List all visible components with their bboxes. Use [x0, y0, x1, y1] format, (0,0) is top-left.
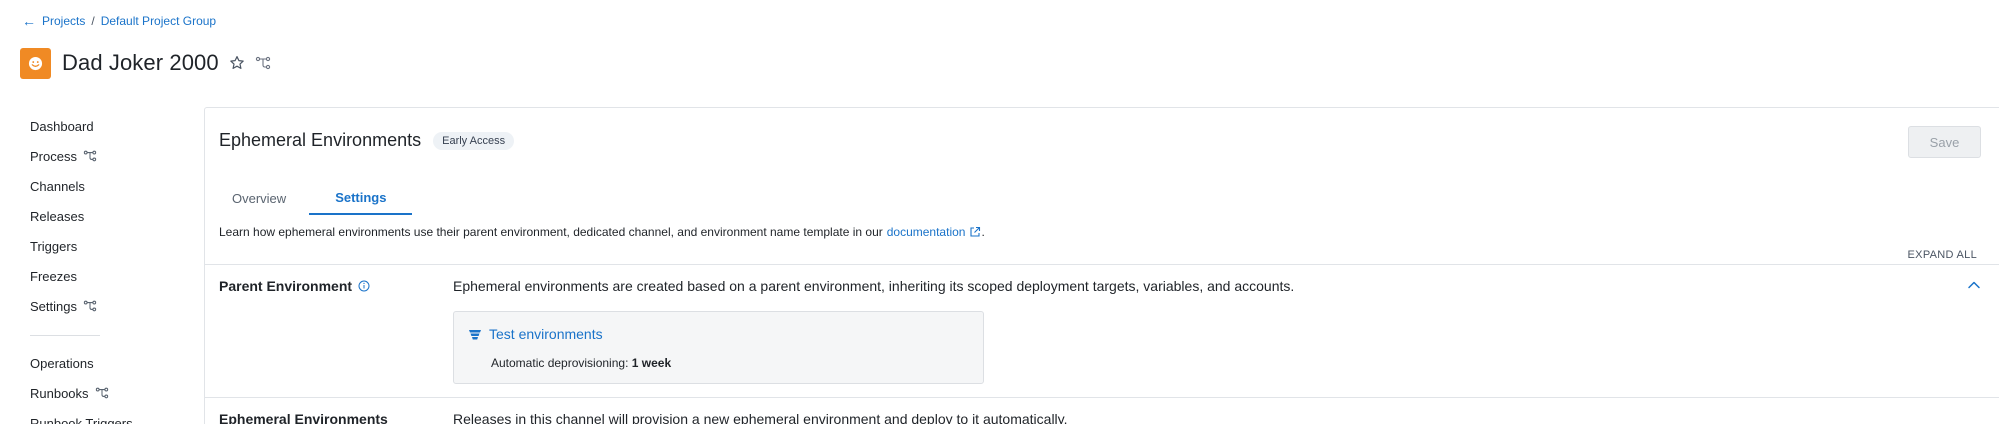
- deprovisioning-text: Automatic deprovisioning: 1 week: [491, 356, 671, 370]
- tab-overview[interactable]: Overview: [219, 181, 309, 215]
- chevron-up-icon[interactable]: [1967, 278, 1981, 292]
- parent-environment-card: Test environments Automatic deprovisioni…: [453, 311, 984, 384]
- parent-environment-label: Parent Environment: [219, 278, 370, 294]
- sidebar-item-label: Operations: [30, 355, 94, 371]
- breadcrumb-projects-link[interactable]: Projects: [42, 14, 85, 28]
- sidebar-item-label: Triggers: [30, 238, 78, 254]
- save-button[interactable]: Save: [1908, 126, 1981, 158]
- back-arrow-icon[interactable]: ←: [22, 14, 36, 28]
- sidebar-item-channels[interactable]: Channels: [30, 171, 180, 201]
- parent-environment-label-text: Parent Environment: [219, 278, 353, 294]
- sidebar-item-label: Runbook Triggers: [30, 415, 133, 424]
- sidebar-divider: [30, 335, 100, 336]
- early-access-badge: Early Access: [433, 131, 515, 150]
- row-divider: [205, 397, 1999, 398]
- tab-settings[interactable]: Settings: [309, 181, 413, 215]
- sidebar-item-freezes[interactable]: Freezes: [30, 261, 180, 291]
- sidebar-item-triggers[interactable]: Triggers: [30, 231, 180, 261]
- branch-icon: [95, 387, 109, 399]
- sidebar-item-settings[interactable]: Settings: [30, 291, 180, 321]
- documentation-link-label: documentation: [886, 225, 966, 239]
- documentation-link[interactable]: documentation: [887, 225, 982, 239]
- sidebar-item-label: Runbooks: [30, 385, 89, 401]
- environment-icon: [469, 329, 481, 339]
- ephemeral-environments-panel: Ephemeral Environments Early Access Save…: [204, 107, 1999, 424]
- panel-header: Ephemeral Environments Early Access: [219, 130, 515, 151]
- row-divider: [205, 264, 1999, 265]
- learn-text: Learn how ephemeral environments use the…: [219, 225, 985, 239]
- breadcrumb: ← Projects / Default Project Group: [22, 13, 216, 29]
- sidebar-item-label: Process: [30, 148, 77, 164]
- sidebar-item-runbooks[interactable]: Runbooks: [30, 378, 180, 408]
- environment-name: Test environments: [489, 326, 603, 342]
- sidebar-item-label: Channels: [30, 178, 85, 194]
- breadcrumb-group-link[interactable]: Default Project Group: [101, 14, 216, 28]
- deprovisioning-label: Automatic deprovisioning:: [491, 356, 629, 370]
- smile-icon: [28, 56, 43, 70]
- star-icon[interactable]: [229, 55, 245, 71]
- tab-bar: Overview Settings: [219, 181, 413, 215]
- project-avatar: [20, 47, 51, 79]
- sidebar-item-operations[interactable]: Operations: [30, 348, 180, 378]
- sidebar-item-label: Dashboard: [30, 118, 94, 134]
- environment-link[interactable]: Test environments: [468, 326, 603, 342]
- page-title: Dad Joker 2000: [62, 50, 219, 75]
- deprovisioning-value: 1 week: [631, 356, 672, 370]
- sidebar-item-label: Settings: [30, 298, 77, 314]
- parent-environment-description: Ephemeral environments are created based…: [453, 278, 1295, 294]
- ephemeral-environments-description: Releases in this channel will provision …: [453, 411, 1068, 424]
- learn-text-period: .: [981, 225, 985, 239]
- external-link-icon: [970, 226, 981, 237]
- ephemeral-environments-label: Ephemeral Environments: [219, 411, 388, 424]
- sidebar-item-dashboard[interactable]: Dashboard: [30, 111, 180, 141]
- expand-all-button[interactable]: EXPAND ALL: [1908, 249, 1977, 261]
- sidebar-item-label: Freezes: [30, 268, 77, 284]
- branch-icon: [83, 300, 97, 312]
- info-icon[interactable]: [358, 280, 370, 292]
- breadcrumb-separator: /: [91, 14, 95, 28]
- project-sidebar: Dashboard Process Channels Releases Trig…: [30, 111, 180, 424]
- project-header: Dad Joker 2000: [20, 47, 271, 79]
- sidebar-item-process[interactable]: Process: [30, 141, 180, 171]
- sidebar-item-label: Releases: [30, 208, 85, 224]
- branch-icon: [83, 150, 97, 162]
- version-control-branch-icon: [255, 56, 271, 70]
- learn-text-body: Learn how ephemeral environments use the…: [219, 225, 883, 239]
- sidebar-item-runbook-triggers[interactable]: Runbook Triggers: [30, 408, 180, 424]
- sidebar-item-releases[interactable]: Releases: [30, 201, 180, 231]
- panel-title: Ephemeral Environments: [219, 130, 422, 150]
